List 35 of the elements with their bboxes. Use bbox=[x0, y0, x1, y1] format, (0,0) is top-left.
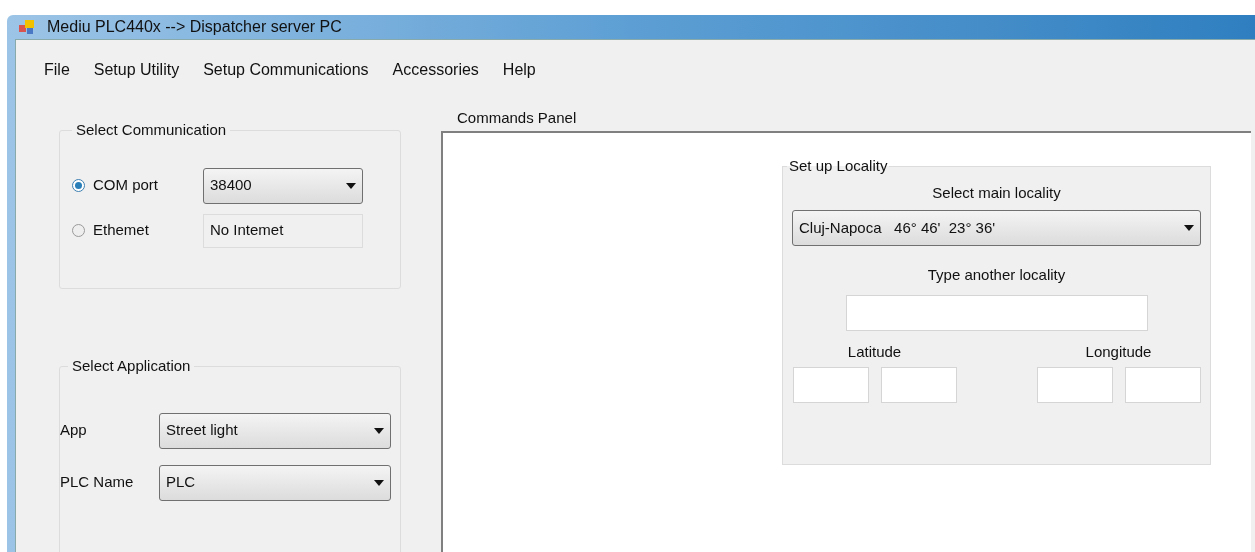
group-title: Set up Locality bbox=[788, 156, 889, 176]
panel-title: Commands Panel bbox=[456, 108, 578, 128]
input-field[interactable] bbox=[845, 294, 1148, 331]
field-label: Type another locality bbox=[927, 265, 1066, 285]
menu-item[interactable]: File bbox=[34, 58, 80, 82]
field-label: Longitude bbox=[1085, 341, 1152, 362]
app-icon bbox=[19, 19, 35, 35]
field-label: Latitude bbox=[847, 341, 902, 362]
window-title: Mediu PLC440x --> Dispatcher server PC bbox=[47, 17, 342, 37]
input-field[interactable] bbox=[1124, 367, 1201, 403]
group-title: Select Communication bbox=[75, 120, 228, 140]
group-title: Select Application bbox=[71, 356, 192, 376]
radio-label: Ethemet bbox=[93, 220, 150, 241]
menu-item[interactable]: Accessories bbox=[382, 58, 489, 82]
dropdown[interactable]: Cluj-Napoca 46° 46' 23° 36' bbox=[792, 210, 1201, 246]
menu-item[interactable]: Setup Communications bbox=[193, 58, 379, 82]
input-field[interactable] bbox=[880, 367, 957, 403]
caret-icon bbox=[374, 427, 384, 434]
field-label: App bbox=[60, 420, 88, 441]
field-label: Select main locality bbox=[932, 182, 1061, 203]
radio-button[interactable] bbox=[72, 224, 85, 237]
dropdown[interactable]: 38400 bbox=[203, 167, 363, 204]
radio-label: COM port bbox=[93, 175, 159, 196]
menu-item[interactable]: Help bbox=[492, 58, 546, 82]
caret-icon bbox=[346, 182, 356, 189]
caret-icon bbox=[374, 479, 384, 486]
dropdown[interactable]: Street light bbox=[159, 412, 391, 449]
input-field[interactable] bbox=[792, 367, 869, 403]
input-field[interactable] bbox=[1036, 367, 1113, 403]
menu-item[interactable]: Setup Utility bbox=[83, 58, 190, 82]
caret-icon bbox=[1184, 225, 1194, 231]
dropdown[interactable]: PLC bbox=[159, 464, 391, 501]
field-label: PLC Name bbox=[60, 472, 135, 493]
radio-button[interactable] bbox=[72, 179, 85, 192]
status-field: No Intemet bbox=[203, 213, 363, 248]
